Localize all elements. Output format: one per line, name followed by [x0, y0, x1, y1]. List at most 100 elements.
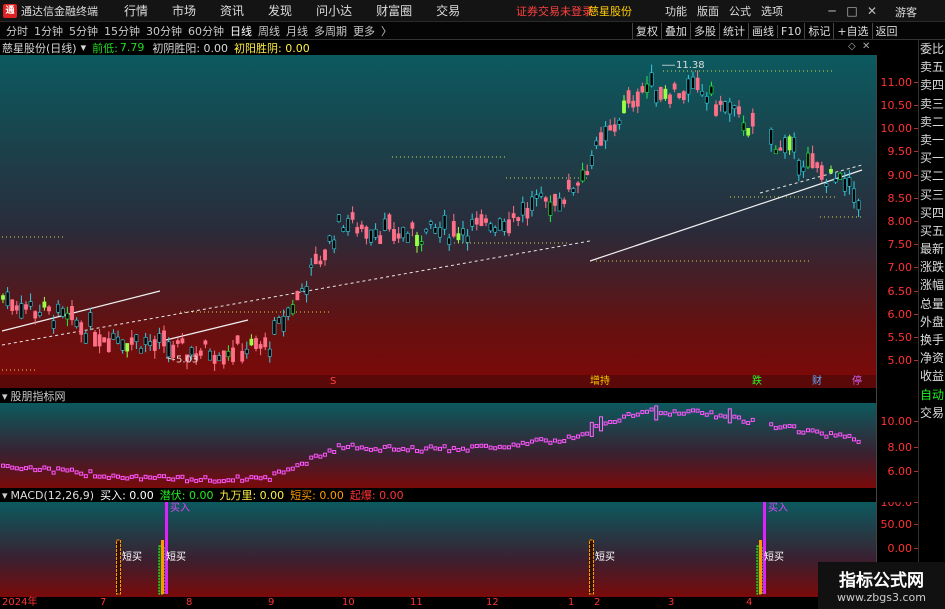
indicator1-chart[interactable]: [0, 403, 876, 488]
candle[interactable]: [382, 212, 387, 232]
close-panel-icon[interactable]: ✕: [862, 41, 870, 52]
candle[interactable]: [5, 287, 10, 310]
candle[interactable]: [396, 227, 401, 244]
period-15min[interactable]: 15分钟: [104, 23, 140, 39]
candle[interactable]: [428, 219, 433, 229]
candle[interactable]: [714, 100, 718, 118]
candle[interactable]: [295, 290, 300, 301]
menu-ask-xiaoda[interactable]: 问小达: [316, 2, 352, 19]
tool-adjust[interactable]: 复权: [632, 23, 661, 39]
sidebar-item[interactable]: 买四: [919, 204, 945, 222]
candle[interactable]: [263, 332, 268, 351]
menu-options[interactable]: 选项: [761, 3, 783, 19]
period-30min[interactable]: 30分钟: [146, 23, 182, 39]
sidebar-item[interactable]: 买三: [919, 186, 945, 204]
candle[interactable]: [42, 296, 47, 311]
candle[interactable]: [691, 71, 695, 90]
candle[interactable]: [543, 195, 548, 208]
candle[interactable]: [290, 299, 295, 316]
candle[interactable]: [267, 341, 272, 363]
candle[interactable]: [419, 235, 424, 252]
candle[interactable]: [203, 339, 208, 349]
candle[interactable]: [677, 93, 682, 100]
candle[interactable]: [806, 146, 810, 170]
trend-line-dashed[interactable]: [759, 164, 863, 194]
candle[interactable]: [594, 136, 599, 150]
candle[interactable]: [783, 134, 787, 159]
sidebar-item[interactable]: 涨跌: [919, 258, 945, 276]
candle[interactable]: [198, 347, 203, 359]
candle[interactable]: [364, 225, 369, 245]
guest-button[interactable]: 游客: [895, 4, 917, 20]
candle[interactable]: [309, 258, 314, 276]
candle[interactable]: [162, 325, 166, 353]
candle[interactable]: [28, 293, 33, 310]
candle[interactable]: [635, 88, 640, 114]
candle[interactable]: [226, 345, 231, 361]
candle[interactable]: [539, 186, 544, 199]
sidebar-item[interactable]: 净资: [919, 349, 945, 367]
sidebar-item[interactable]: 买五: [919, 222, 945, 240]
period-5min[interactable]: 5分钟: [69, 23, 98, 39]
candle[interactable]: [750, 108, 755, 134]
candle[interactable]: [534, 189, 539, 207]
candle[interactable]: [566, 173, 571, 193]
candle[interactable]: [663, 85, 668, 101]
candle[interactable]: [369, 229, 373, 246]
candle[interactable]: [56, 300, 61, 316]
menu-function[interactable]: 功能: [665, 3, 687, 19]
candle[interactable]: [442, 209, 447, 236]
sidebar-item[interactable]: 收益: [919, 367, 945, 385]
candle[interactable]: [626, 87, 631, 108]
period-multi[interactable]: 多周期: [314, 23, 347, 39]
candle[interactable]: [1, 293, 5, 304]
candle[interactable]: [424, 227, 429, 235]
candle[interactable]: [323, 248, 327, 266]
dropdown-icon[interactable]: ▾: [81, 41, 87, 54]
candle[interactable]: [286, 306, 291, 321]
candle[interactable]: [148, 334, 153, 351]
candle[interactable]: [553, 193, 557, 212]
candle[interactable]: [576, 181, 580, 194]
candle[interactable]: [773, 145, 778, 155]
candle[interactable]: [327, 234, 332, 245]
sidebar-item[interactable]: 总量: [919, 295, 945, 313]
candle[interactable]: [723, 100, 728, 115]
trend-line[interactable]: [165, 319, 249, 341]
candle[interactable]: [111, 329, 116, 340]
candle[interactable]: [465, 229, 470, 251]
menu-formula[interactable]: 公式: [729, 3, 751, 19]
candle[interactable]: [134, 334, 139, 350]
candle[interactable]: [125, 343, 130, 358]
candle[interactable]: [787, 134, 792, 155]
candle[interactable]: [74, 317, 79, 329]
dropdown-icon[interactable]: ▾: [2, 489, 8, 502]
tool-statistics[interactable]: 统计: [719, 23, 748, 39]
candle[interactable]: [640, 82, 645, 94]
candle[interactable]: [557, 192, 562, 212]
candle[interactable]: [304, 280, 309, 303]
candle[interactable]: [65, 306, 70, 327]
candle[interactable]: [79, 320, 84, 343]
candle[interactable]: [484, 214, 488, 227]
event-marker[interactable]: S: [330, 375, 336, 388]
candle[interactable]: [852, 181, 856, 209]
candle[interactable]: [415, 231, 419, 253]
candle[interactable]: [120, 339, 125, 354]
candle[interactable]: [359, 220, 364, 233]
candle[interactable]: [649, 64, 654, 88]
candle[interactable]: [709, 81, 714, 96]
candle[interactable]: [83, 329, 88, 344]
candle[interactable]: [516, 216, 521, 227]
candle[interactable]: [14, 301, 19, 315]
sidebar-item[interactable]: 涨幅: [919, 276, 945, 294]
candle[interactable]: [838, 171, 843, 180]
candle[interactable]: [139, 345, 143, 354]
candle[interactable]: [456, 227, 461, 243]
candle[interactable]: [511, 205, 516, 223]
candle[interactable]: [488, 221, 493, 233]
candle[interactable]: [272, 317, 277, 335]
candle[interactable]: [658, 86, 663, 103]
candle[interactable]: [102, 337, 107, 343]
sidebar-item[interactable]: 委比: [919, 40, 945, 58]
